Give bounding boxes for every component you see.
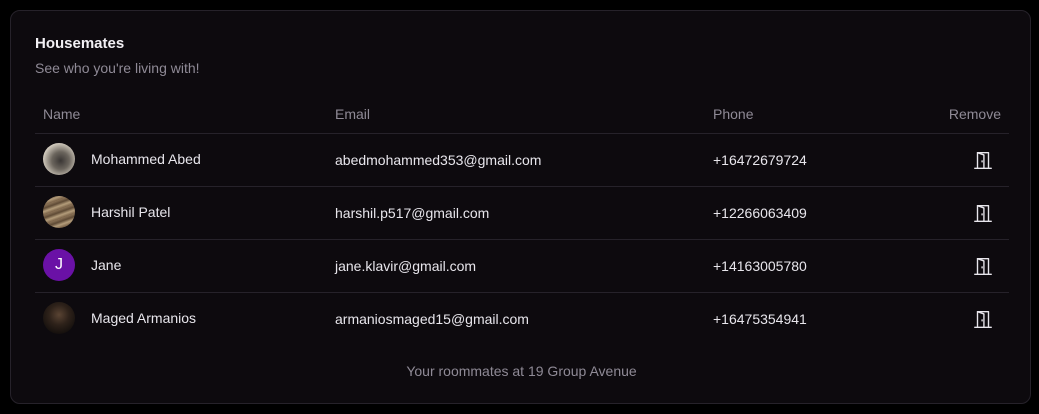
- table-row: Harshil Patel harshil.p517@gmail.com +12…: [35, 187, 1009, 240]
- column-header-phone: Phone: [713, 106, 754, 122]
- remove-housemate-button[interactable]: [971, 148, 995, 172]
- column-header-name: Name: [43, 106, 81, 122]
- door-exit-icon: [974, 310, 992, 328]
- column-header-remove: Remove: [948, 106, 1001, 122]
- housemate-phone: +12266063409: [713, 205, 807, 221]
- housemates-table: Name Email Phone Remove Mohammed Abed ab…: [35, 97, 1009, 345]
- remove-housemate-button[interactable]: [971, 201, 995, 225]
- housemate-phone: +16472679724: [713, 152, 807, 168]
- housemate-email: armaniosmaged15@gmail.com: [335, 311, 529, 327]
- table-caption: Your roommates at 19 Group Avenue: [406, 363, 637, 379]
- door-exit-icon: [974, 204, 992, 222]
- table-header: Name Email Phone Remove: [35, 97, 1009, 134]
- housemates-card: Housemates See who you're living with! N…: [10, 10, 1031, 404]
- housemate-phone: +16475354941: [713, 311, 807, 327]
- housemate-email: harshil.p517@gmail.com: [335, 205, 490, 221]
- housemate-name: Maged Armanios: [91, 310, 197, 326]
- remove-housemate-button[interactable]: [971, 254, 995, 278]
- avatar: [43, 196, 75, 228]
- housemate-phone: +14163005780: [713, 258, 807, 274]
- door-exit-icon: [974, 257, 992, 275]
- table-row: Maged Armanios armaniosmaged15@gmail.com…: [35, 293, 1009, 345]
- avatar: J: [43, 249, 75, 281]
- remove-housemate-button[interactable]: [971, 307, 995, 331]
- table-row: J Jane jane.klavir@gmail.com +1416300578…: [35, 240, 1009, 293]
- housemate-name: Jane: [91, 257, 122, 273]
- card-title: Housemates: [35, 35, 125, 52]
- housemate-name: Harshil Patel: [91, 204, 171, 220]
- avatar: [43, 143, 75, 175]
- housemate-email: jane.klavir@gmail.com: [335, 258, 477, 274]
- housemate-email: abedmohammed353@gmail.com: [335, 152, 542, 168]
- avatar: [43, 302, 75, 334]
- housemate-name: Mohammed Abed: [91, 151, 201, 167]
- avatar-initial: J: [55, 256, 63, 273]
- door-exit-icon: [974, 151, 992, 169]
- column-header-email: Email: [335, 106, 371, 122]
- card-subtitle: See who you're living with!: [35, 60, 200, 76]
- table-row: Mohammed Abed abedmohammed353@gmail.com …: [35, 134, 1009, 187]
